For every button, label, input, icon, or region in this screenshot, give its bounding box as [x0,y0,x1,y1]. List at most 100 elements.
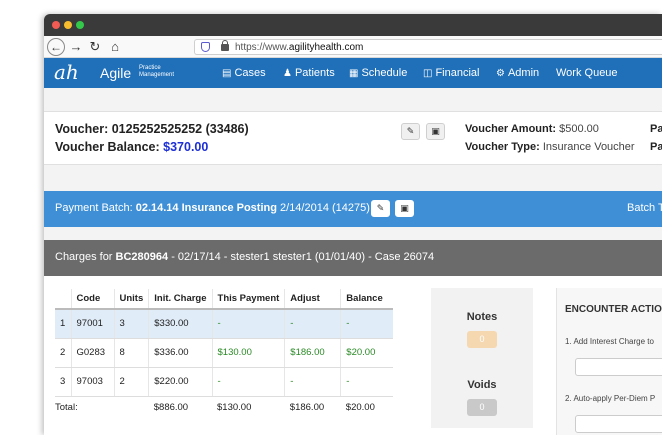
voucher-balance-amount: $370.00 [163,140,209,154]
cell-units: 3 [113,309,149,339]
voucher-right-text-1: Pa [650,123,662,135]
minimize-window-button[interactable] [64,21,72,29]
nav-item-admin[interactable]: ⚙ Admin [496,67,539,79]
voucher-amount-value: $500.00 [559,123,599,135]
logo-name[interactable]: Agile [100,65,131,81]
logo-mark[interactable]: ah [54,60,79,84]
nav-item-financial[interactable]: ◫ Financial [423,67,479,79]
column-header-balance[interactable]: Balance [340,289,393,310]
voids-count-badge[interactable]: 0 [467,399,497,416]
trash-icon: ▣ [400,203,409,213]
voucher-title: Voucher: 0125252525252 (33486) [55,122,249,136]
patients-icon: ♟ [283,68,292,79]
maximize-window-button[interactable] [76,21,84,29]
delete-batch-button[interactable]: ▣ [395,200,414,217]
calendar-icon: ▦ [349,68,359,79]
voids-title: Voids [467,379,497,391]
edit-batch-button[interactable]: ✎ [371,200,390,217]
table-row[interactable]: 1 97001 3 $330.00 - - - [55,309,393,339]
table-row[interactable]: 2 G0283 8 $336.00 $130.00 $186.00 $20.00 [55,338,393,368]
payment-batch-bar: Payment Batch: 02.14.14 Insurance Postin… [44,191,662,227]
logo-sub-line-2: Management [139,72,175,78]
encounter-action-1-label: 1. Add Interest Charge to [565,337,654,346]
batch-label: Payment Batch: [55,202,133,214]
notes-panel: Notes 0 Voids 0 [431,288,533,428]
edit-voucher-button[interactable]: ✎ [401,123,420,140]
cell-code: 97001 [70,309,114,339]
total-this-payment: $130.00 [217,401,252,413]
nav-label: Cases [234,67,266,79]
nav-item-work-queue[interactable]: Work Queue [556,67,618,79]
logo-sub-line-1: Practice [139,65,161,71]
encounter-actions-title: ENCOUNTER ACTIO [565,304,662,315]
home-icon[interactable]: ⌂ [108,38,122,56]
forward-arrow-icon[interactable]: → [69,38,83,56]
nav-label: Admin [507,67,540,79]
voucher-panel: Voucher: 0125252525252 (33486) Voucher B… [44,111,662,165]
cell-adjust: $186.00 [284,338,341,368]
cell-index: 2 [55,338,71,368]
close-window-button[interactable] [52,21,60,29]
url-bar[interactable]: https://www.agilityhealth.com [194,39,662,55]
url-text[interactable]: https://www.agilityhealth.com [235,41,363,54]
cell-this-payment: - [211,367,285,397]
encounter-action-1-input[interactable] [575,358,662,376]
cell-init-charge: $220.00 [148,367,213,397]
charges-prefix: Charges for [55,251,113,263]
app-navbar: ah Agile Practice Management ▤ Cases ♟ Pati… [44,58,662,88]
cell-index: 3 [55,367,71,397]
batch-detail: 2/14/2014 (14275) [280,202,370,214]
delete-voucher-button[interactable]: ▣ [426,123,445,140]
table-row[interactable]: 3 97003 2 $220.00 - - - [55,367,393,397]
notes-title: Notes [466,311,498,323]
column-header-units[interactable]: Units [113,289,149,310]
cell-this-payment: $130.00 [211,338,285,368]
column-header-init-charge[interactable]: Init. Charge [148,289,213,310]
voucher-right-label-1: Pa [650,123,662,135]
browser-window: ← → ↻ ⌂ https://www.agilityhealth.com ah… [44,14,662,435]
total-balance: $20.00 [345,401,375,413]
notes-count-badge[interactable]: 0 [467,331,497,348]
nav-label: Schedule [361,67,408,79]
column-header-index [55,289,71,310]
cell-init-charge: $336.00 [148,338,213,368]
cell-balance: $20.00 [340,338,393,368]
column-header-code[interactable]: Code [70,289,114,310]
window-titlebar [44,14,662,36]
column-header-adjust[interactable]: Adjust [284,289,341,310]
reload-icon[interactable]: ↻ [88,38,102,56]
nav-item-patients[interactable]: ♟ Patients [283,67,335,79]
back-arrow-icon[interactable]: ← [47,38,65,56]
total-init-charge: $886.00 [153,401,189,413]
financial-icon: ◫ [423,68,433,79]
voucher-balance: Voucher Balance: $370.00 [55,140,208,154]
voucher-amount-label: Voucher Amount: [465,123,557,135]
charges-info: Charges for BC280964 - 02/17/14 - steste… [55,251,434,263]
voucher-type-value: Insurance Voucher [542,141,635,153]
charges-header: Charges for BC280964 - 02/17/14 - steste… [44,240,662,276]
cell-units: 2 [113,367,149,397]
cell-adjust: - [284,367,341,397]
encounter-action-2-input[interactable] [575,415,662,433]
edit-icon: ✎ [376,203,385,213]
cell-init-charge: $330.00 [148,309,213,339]
charges-table: Code Units Init. Charge This Payment Adj… [55,289,393,418]
cell-code: 97003 [70,367,114,397]
url-prefix: https://www. [235,42,289,53]
encounter-actions-panel: ENCOUNTER ACTIO 1. Add Interest Charge t… [556,288,662,435]
voucher-balance-label: Voucher Balance: [55,140,160,154]
voucher-number: 0125252525252 (33486) [111,122,249,136]
voucher-type-label: Voucher Type: [465,141,540,153]
nav-item-schedule[interactable]: ▦ Schedule [349,67,407,79]
nav-label: Work Queue [556,67,618,79]
column-header-this-payment[interactable]: This Payment [211,289,285,310]
nav-item-cases[interactable]: ▤ Cases [222,67,266,79]
cell-this-payment: - [211,309,285,339]
charges-content: Code Units Init. Charge This Payment Adj… [44,276,662,435]
trash-icon: ▣ [431,126,440,136]
tracking-shield-icon[interactable] [201,42,210,52]
browser-toolbar: ← → ↻ ⌂ https://www.agilityhealth.com [44,36,662,58]
charges-detail: - 02/17/14 - stester1 stester1 (01/01/40… [168,251,435,263]
total-adjust: $186.00 [289,401,325,413]
lock-icon[interactable] [221,40,229,51]
